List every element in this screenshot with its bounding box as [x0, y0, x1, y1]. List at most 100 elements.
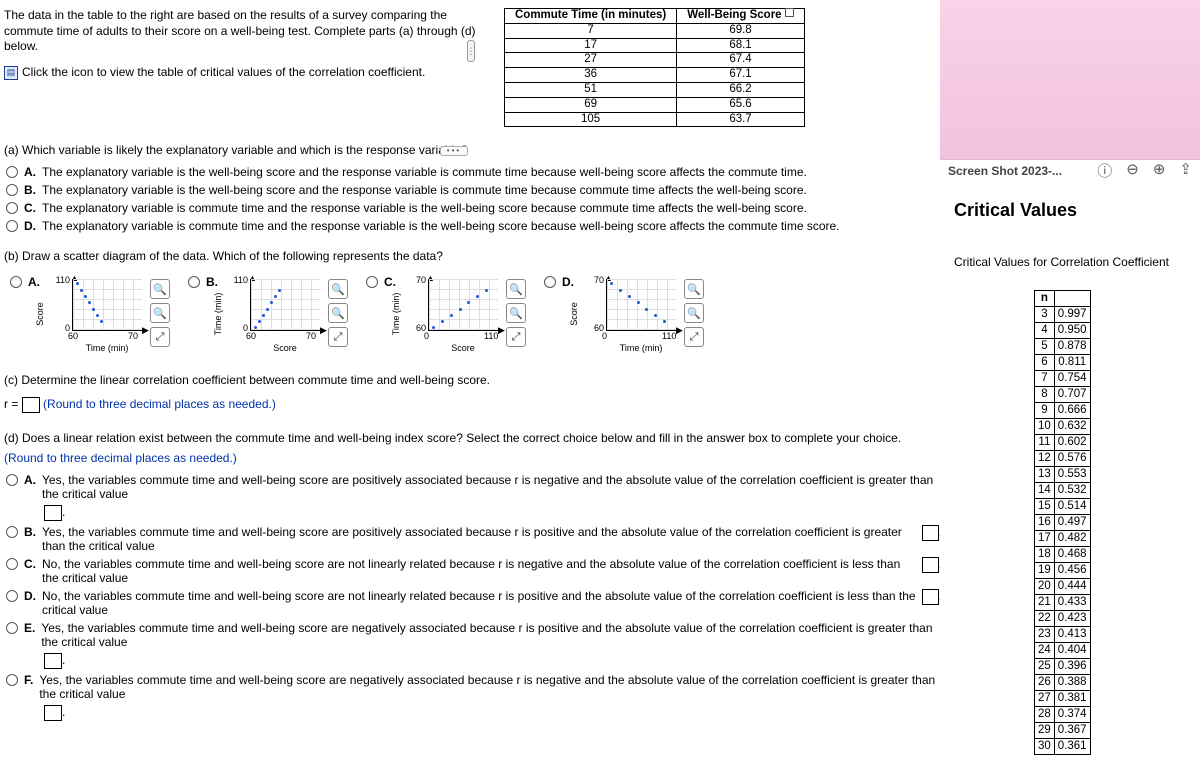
qd-opt-e: Yes, the variables commute time and well… [41, 621, 942, 649]
expand-icon[interactable]: ⤢ [684, 327, 704, 347]
qd-opt-d: No, the variables commute time and well-… [42, 589, 918, 617]
table-row: 160.497 [1035, 515, 1091, 531]
table-row: 180.468 [1035, 547, 1091, 563]
qd-f-input[interactable] [44, 705, 62, 721]
opt-letter: B. [24, 525, 36, 539]
qd-prompt: (d) Does a linear relation exist between… [4, 431, 942, 445]
qa-radio-d[interactable] [6, 220, 18, 232]
table-row: 3667.1 [505, 68, 805, 83]
critical-values-table: n 30.99740.95050.87860.81170.75480.70790… [1034, 290, 1091, 755]
qb-radio-d[interactable] [544, 276, 556, 288]
zoom-icon[interactable]: 🔍 [506, 303, 526, 323]
share-icon[interactable]: ⇪ [1179, 160, 1192, 181]
opt-letter: A. [24, 473, 36, 487]
qc-round-note: (Round to three decimal places as needed… [43, 398, 276, 412]
zoom-icon[interactable]: 🔍 [684, 303, 704, 323]
col-score: Well-Being Score [677, 9, 805, 24]
zoom-icon[interactable]: 🔍 [684, 279, 704, 299]
expand-icon[interactable]: ⤢ [328, 327, 348, 347]
table-row: 200.444 [1035, 579, 1091, 595]
scatter-plot-c: Time (min)▲▶70600110Score🔍🔍⤢ [406, 275, 526, 353]
qa-radio-b[interactable] [6, 184, 18, 196]
more-dots-icon[interactable]: ••• [440, 146, 468, 156]
critical-values-subtitle: Critical Values for Correlation Coeffici… [954, 255, 1169, 269]
info-icon[interactable]: ⓘ [1097, 160, 1112, 181]
critical-values-link[interactable]: Click the icon to view the table of crit… [22, 65, 425, 81]
table-row: 280.374 [1035, 707, 1091, 723]
zoom-in-icon[interactable]: ⊕ [1153, 160, 1166, 181]
preview-filename: Screen Shot 2023-... [948, 164, 1062, 178]
qa-opt-a: The explanatory variable is the well-bei… [42, 165, 807, 179]
scatter-plot-d: Score▲▶70600110Time (min)🔍🔍⤢ [584, 275, 704, 353]
scatter-plot-b: Time (min)▲▶11006070Score🔍🔍⤢ [228, 275, 348, 353]
opt-letter: D. [24, 589, 36, 603]
cv-head-blank [1054, 291, 1090, 307]
qd-radio-b[interactable] [6, 526, 18, 538]
intro-text: The data in the table to the right are b… [4, 8, 494, 55]
table-link-icon[interactable]: ▤ [4, 66, 18, 80]
zoom-icon[interactable]: 🔍 [328, 303, 348, 323]
cv-head-n: n [1035, 291, 1055, 307]
opt-letter: C. [384, 275, 396, 289]
qd-radio-d[interactable] [6, 590, 18, 602]
qb-radio-a[interactable] [10, 276, 22, 288]
opt-letter: D. [562, 275, 574, 289]
table-row: 80.707 [1035, 387, 1091, 403]
commute-data-table: Commute Time (in minutes) Well-Being Sco… [504, 8, 805, 127]
qd-e-input[interactable] [44, 653, 62, 669]
qa-radio-c[interactable] [6, 202, 18, 214]
qb-radio-c[interactable] [366, 276, 378, 288]
opt-letter: B. [206, 275, 218, 289]
qa-opt-c: The explanatory variable is commute time… [42, 201, 807, 215]
qd-b-input[interactable] [922, 525, 938, 541]
table-row: 140.532 [1035, 483, 1091, 499]
table-row: 240.404 [1035, 643, 1091, 659]
zoom-icon[interactable]: 🔍 [150, 303, 170, 323]
table-row: 769.8 [505, 23, 805, 38]
zoom-out-icon[interactable]: ⊖ [1126, 160, 1139, 181]
qa-radio-a[interactable] [6, 166, 18, 178]
qb-prompt: (b) Draw a scatter diagram of the data. … [4, 249, 942, 263]
qd-opt-b: Yes, the variables commute time and well… [42, 525, 919, 553]
resize-grip-icon[interactable]: ⋮ [467, 40, 475, 62]
copy-icon[interactable] [785, 8, 794, 17]
table-row: 220.423 [1035, 611, 1091, 627]
qd-radio-a[interactable] [6, 474, 18, 486]
zoom-icon[interactable]: 🔍 [328, 279, 348, 299]
table-row: 6965.6 [505, 97, 805, 112]
table-row: 250.396 [1035, 659, 1091, 675]
qa-opt-b: The explanatory variable is the well-bei… [42, 183, 807, 197]
expand-icon[interactable]: ⤢ [506, 327, 526, 347]
zoom-icon[interactable]: 🔍 [150, 279, 170, 299]
r-value-input[interactable] [22, 397, 40, 413]
col-commute: Commute Time (in minutes) [505, 9, 677, 24]
zoom-icon[interactable]: 🔍 [506, 279, 526, 299]
qd-radio-f[interactable] [6, 674, 18, 686]
opt-letter: A. [24, 165, 36, 179]
table-row: 40.950 [1035, 323, 1091, 339]
expand-icon[interactable]: ⤢ [150, 327, 170, 347]
table-row: 120.576 [1035, 451, 1091, 467]
qd-radio-c[interactable] [6, 558, 18, 570]
table-row: 170.482 [1035, 531, 1091, 547]
qd-opt-c: No, the variables commute time and well-… [42, 557, 919, 585]
table-row: 300.361 [1035, 739, 1091, 755]
opt-letter: F. [24, 673, 33, 687]
table-row: 5166.2 [505, 82, 805, 97]
preview-thumbnail [940, 0, 1200, 160]
table-row: 110.602 [1035, 435, 1091, 451]
table-row: 260.388 [1035, 675, 1091, 691]
qb-radio-b[interactable] [188, 276, 200, 288]
qd-a-input[interactable] [44, 505, 62, 521]
table-row: 50.878 [1035, 339, 1091, 355]
qd-opt-f: Yes, the variables commute time and well… [39, 673, 942, 701]
preview-overlay: Screen Shot 2023-... ⓘ ⊖ ⊕ ⇪ Critical Va… [940, 0, 1200, 766]
qd-radio-e[interactable] [6, 622, 18, 634]
table-row: 130.553 [1035, 467, 1091, 483]
qd-round-note: (Round to three decimal places as needed… [4, 451, 942, 465]
qa-prompt: (a) Which variable is likely the explana… [4, 143, 942, 157]
table-row: 100.632 [1035, 419, 1091, 435]
qd-c-input[interactable] [922, 557, 939, 573]
r-equals-label: r = [4, 398, 18, 412]
qd-d-input[interactable] [922, 589, 939, 605]
